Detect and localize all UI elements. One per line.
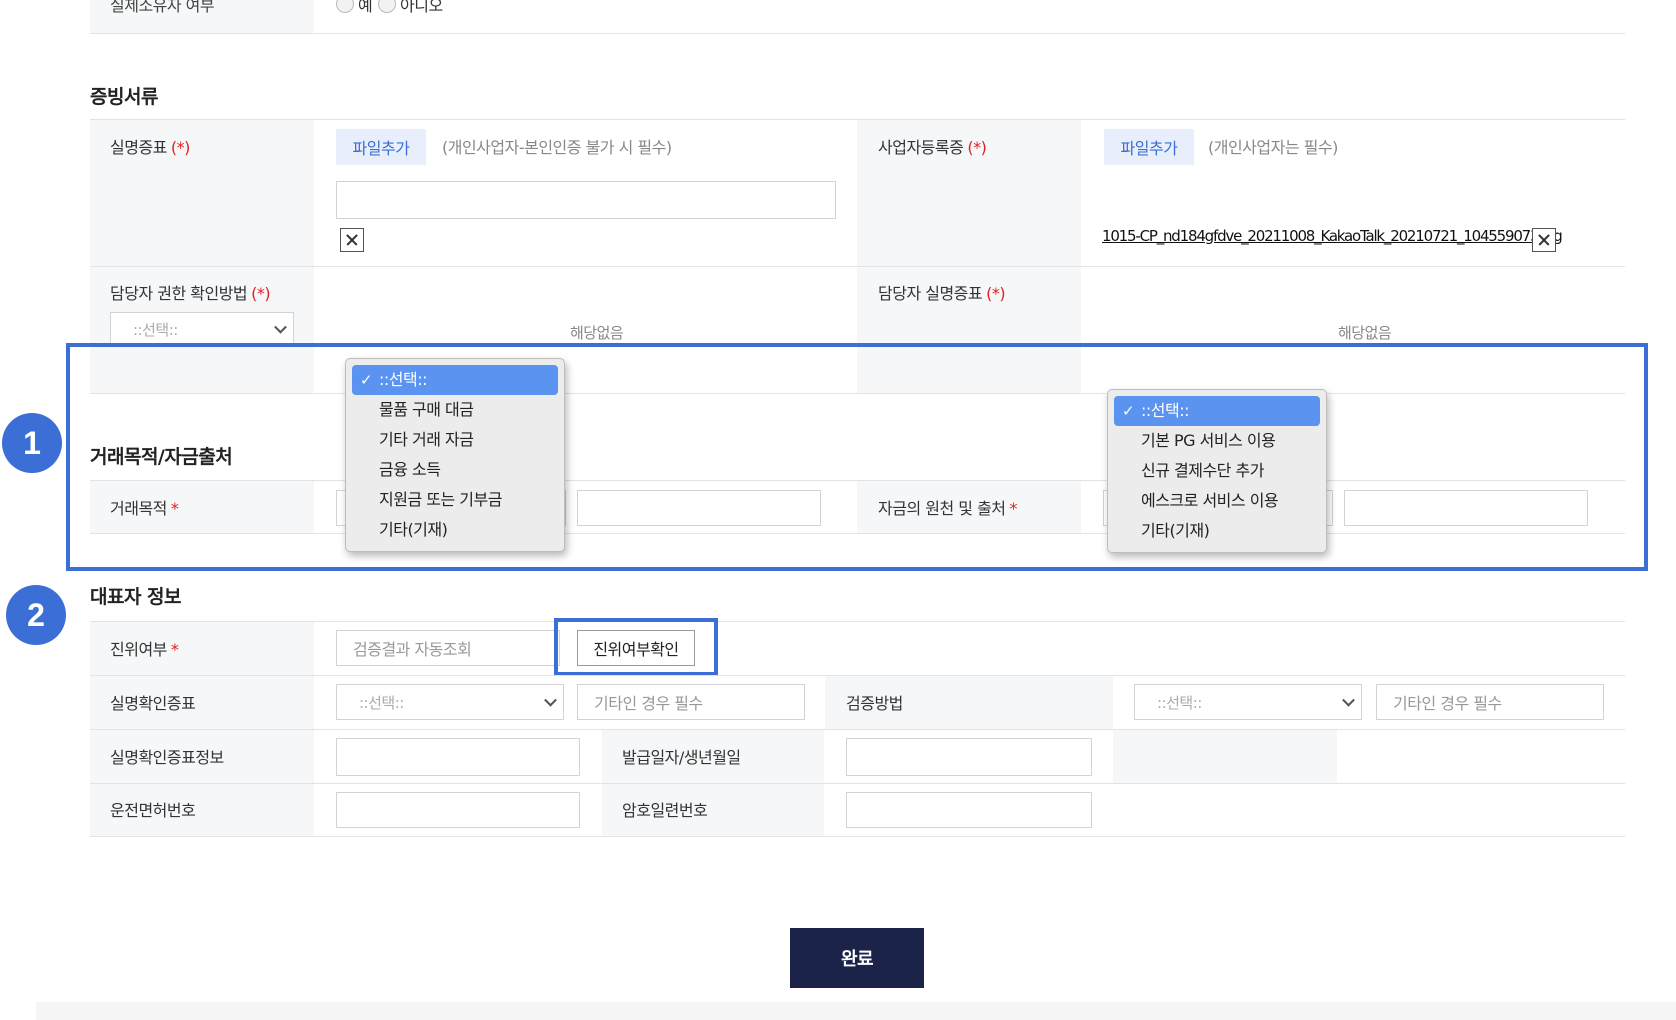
purpose-option[interactable]: 금융 소득 — [352, 455, 558, 485]
purpose-dropdown-menu[interactable]: ✓::선택:: 물품 구매 대금 기타 거래 자금 금융 소득 지원금 또는 기… — [345, 358, 565, 552]
highlight-box-verify — [554, 618, 718, 676]
step-badge-2: 2 — [6, 585, 66, 645]
check-icon: ✓ — [360, 371, 373, 389]
empty-cell-bg — [1113, 730, 1337, 783]
license-input[interactable] — [336, 792, 580, 828]
radio-no-label: 아니오 — [400, 0, 443, 15]
real-owner-label: 실제소유자 여부 — [110, 0, 215, 15]
purpose-option-label: 기타 거래 자금 — [379, 430, 474, 449]
source-option-label: ::선택:: — [1141, 401, 1190, 420]
biz-reg-remove-icon[interactable] — [1532, 228, 1556, 252]
id-doc-select-value: ::선택:: — [359, 693, 404, 712]
id-proof-label: 실명증표 (*) — [110, 134, 190, 158]
source-option-label: 기본 PG 서비스 이용 — [1141, 431, 1276, 450]
authenticity-label-text: 진위여부 — [110, 640, 167, 659]
required-mark: * — [170, 640, 179, 659]
divider — [90, 621, 1625, 622]
source-option[interactable]: 기본 PG 서비스 이용 — [1114, 426, 1320, 456]
footer-bar — [36, 1002, 1676, 1020]
auth-method-label-text: 담당자 권한 확인방법 — [110, 284, 248, 303]
divider — [90, 836, 1625, 837]
source-option[interactable]: 기타(기재) — [1114, 516, 1320, 546]
source-option-label: 에스크로 서비스 이용 — [1141, 491, 1279, 510]
serial-label: 암호일련번호 — [622, 801, 708, 820]
issue-date-label: 발급일자/생년월일 — [622, 748, 741, 767]
authenticity-label: 진위여부 * — [110, 636, 179, 660]
source-option[interactable]: ✓::선택:: — [1114, 396, 1320, 426]
representative-section-title: 대표자 정보 — [90, 586, 182, 608]
divider — [90, 783, 1625, 784]
purpose-option-label: ::선택:: — [379, 370, 428, 389]
divider — [90, 729, 1625, 730]
id-proof-remove-icon[interactable] — [340, 228, 364, 252]
id-proof-label-text: 실명증표 — [110, 138, 167, 157]
id-doc-label: 실명확인증표 — [110, 694, 196, 713]
auth-method-select-value: ::선택:: — [133, 320, 178, 339]
purpose-option[interactable]: 물품 구매 대금 — [352, 395, 558, 425]
serial-input[interactable] — [846, 792, 1092, 828]
divider — [90, 33, 1625, 34]
required-mark: (*) — [986, 284, 1006, 303]
purpose-option[interactable]: 기타(기재) — [352, 515, 558, 545]
highlight-box-transaction — [66, 343, 1648, 571]
biz-reg-label: 사업자등록증 (*) — [878, 134, 987, 158]
purpose-option[interactable]: ✓::선택:: — [352, 365, 558, 395]
id-doc-other-input[interactable]: 기타인 경우 필수 — [577, 684, 805, 720]
purpose-option-label: 기타(기재) — [379, 520, 448, 539]
id-proof-file-field[interactable] — [336, 181, 836, 219]
purpose-option[interactable]: 기타 거래 자금 — [352, 425, 558, 455]
manager-id-na: 해당없음 — [1338, 324, 1392, 342]
required-mark: (*) — [170, 138, 190, 157]
source-option-label: 기타(기재) — [1141, 521, 1210, 540]
biz-reg-label-text: 사업자등록증 — [878, 138, 964, 157]
source-dropdown-menu[interactable]: ✓::선택:: 기본 PG 서비스 이용 신규 결제수단 추가 에스크로 서비스… — [1107, 389, 1327, 553]
id-proof-hint: (개인사업자-본인인증 불가 시 필수) — [442, 138, 672, 157]
auth-method-na: 해당없음 — [570, 324, 624, 342]
id-doc-select[interactable]: ::선택:: — [336, 684, 564, 720]
step-badge-1: 1 — [2, 413, 62, 473]
verify-method-select-value: ::선택:: — [1157, 693, 1202, 712]
purpose-option-label: 지원금 또는 기부금 — [379, 490, 502, 509]
auth-method-select[interactable]: ::선택:: — [110, 312, 294, 346]
radio-no[interactable] — [378, 0, 396, 13]
required-mark: (*) — [251, 284, 271, 303]
radio-yes-label: 예 — [358, 0, 373, 15]
purpose-option-label: 물품 구매 대금 — [379, 400, 474, 419]
auth-method-label: 담당자 권한 확인방법 (*) — [110, 280, 271, 304]
verify-method-label: 검증방법 — [846, 694, 903, 713]
check-icon: ✓ — [1122, 402, 1135, 420]
id-proof-file-add-button[interactable]: 파일추가 — [336, 129, 426, 165]
verify-method-select[interactable]: ::선택:: — [1134, 684, 1362, 720]
chevron-down-icon — [544, 693, 557, 707]
manager-id-label-text: 담당자 실명증표 — [878, 284, 983, 303]
id-info-label: 실명확인증표정보 — [110, 748, 224, 767]
evidence-section-title: 증빙서류 — [90, 86, 158, 108]
issue-date-input[interactable] — [846, 738, 1092, 776]
source-option-label: 신규 결제수단 추가 — [1141, 461, 1264, 480]
required-mark: (*) — [967, 138, 987, 157]
license-label: 운전면허번호 — [110, 801, 196, 820]
manager-id-label: 담당자 실명증표 (*) — [878, 280, 1006, 304]
authenticity-result-input[interactable]: 검증결과 자동조회 — [336, 630, 560, 666]
done-button[interactable]: 완료 — [790, 928, 924, 988]
purpose-option[interactable]: 지원금 또는 기부금 — [352, 485, 558, 515]
biz-reg-file-link[interactable]: 1015-CP_nd184gfdve_20211008_KakaoTalk_20… — [1102, 227, 1563, 245]
biz-reg-file-add-button[interactable]: 파일추가 — [1104, 129, 1194, 165]
purpose-option-label: 금융 소득 — [379, 460, 441, 479]
radio-yes[interactable] — [336, 0, 354, 13]
source-option[interactable]: 신규 결제수단 추가 — [1114, 456, 1320, 486]
verify-method-other-input[interactable]: 기타인 경우 필수 — [1376, 684, 1604, 720]
chevron-down-icon — [1342, 693, 1355, 707]
biz-reg-hint: (개인사업자는 필수) — [1208, 138, 1338, 157]
chevron-down-icon — [274, 320, 287, 334]
source-option[interactable]: 에스크로 서비스 이용 — [1114, 486, 1320, 516]
id-info-input[interactable] — [336, 738, 580, 776]
